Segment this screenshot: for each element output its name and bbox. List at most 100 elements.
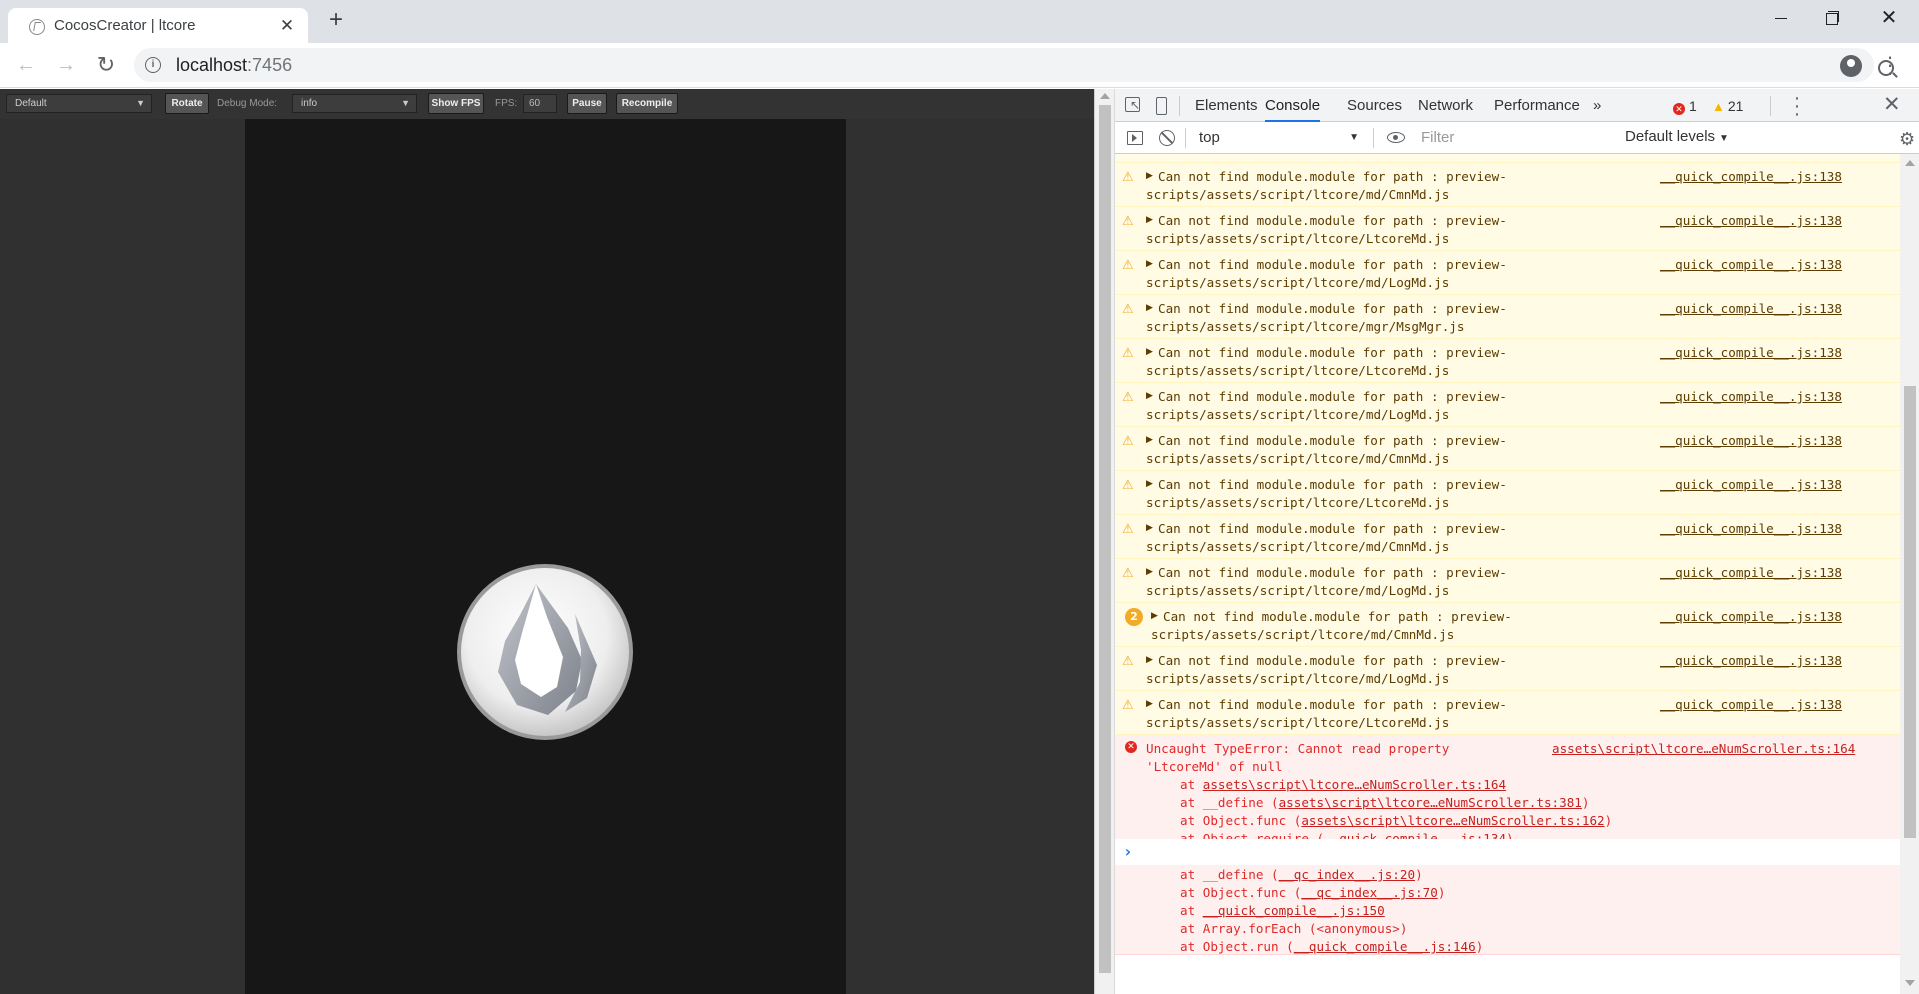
tab-elements[interactable]: Elements bbox=[1195, 89, 1258, 122]
console-warning-message[interactable]: ⚠ ▶ Can not find module.module for path : … bbox=[1115, 295, 1900, 339]
warning-source-link[interactable]: __quick_compile__.js:138 bbox=[1660, 256, 1842, 274]
warning-source-link[interactable]: __quick_compile__.js:138 bbox=[1660, 300, 1842, 318]
console-warning-message[interactable]: ⚠ ▶ Can not find module.module for path : … bbox=[1115, 207, 1900, 251]
console-warning-message[interactable]: ⚠ ▶ Can not find module.module for path : … bbox=[1115, 691, 1900, 735]
log-levels-dropdown[interactable]: Default levels ▼ bbox=[1625, 128, 1729, 145]
console-warning-message[interactable]: ⚠ ▶ Can not find module.module for path : … bbox=[1115, 251, 1900, 295]
scroll-down-arrow-icon[interactable] bbox=[1905, 980, 1915, 986]
window-close-button[interactable]: ✕ bbox=[1866, 0, 1912, 36]
expand-caret-icon[interactable]: ▶ bbox=[1146, 434, 1153, 446]
console-scrollbar[interactable] bbox=[1900, 154, 1919, 994]
expand-caret-icon[interactable]: ▶ bbox=[1146, 302, 1153, 314]
expand-caret-icon[interactable]: ▶ bbox=[1146, 258, 1153, 270]
debug-mode-select[interactable]: info ▼ bbox=[292, 94, 417, 113]
forward-arrow-icon[interactable]: → bbox=[52, 51, 80, 79]
console-settings-gear-icon[interactable]: ⚙ bbox=[1899, 129, 1915, 150]
live-expression-eye-icon[interactable] bbox=[1387, 132, 1405, 143]
game-canvas[interactable] bbox=[245, 119, 846, 994]
warning-line-2: scripts/assets/script/ltcore/LtcoreMd.js bbox=[1146, 715, 1450, 730]
expand-caret-icon[interactable]: ▶ bbox=[1146, 478, 1153, 490]
console-warning-message[interactable]: ⚠ ▶ Can not find module.module for path : … bbox=[1115, 471, 1900, 515]
devtools-close-icon[interactable]: ✕ bbox=[1883, 92, 1901, 117]
stack-frame-link[interactable]: __qc_index__.js:70 bbox=[1301, 885, 1437, 900]
warning-source-link[interactable]: __quick_compile__.js:138 bbox=[1660, 564, 1842, 582]
reload-icon[interactable]: ↻ bbox=[92, 51, 120, 79]
tab-console[interactable]: Console bbox=[1265, 89, 1321, 122]
warning-source-link[interactable]: __quick_compile__.js:138 bbox=[1660, 652, 1842, 670]
console-warning-message[interactable]: 2 ▶ Can not find module.module for path : … bbox=[1115, 603, 1900, 647]
stack-frame-link[interactable]: assets\script\ltcore…eNumScroller.ts:381 bbox=[1279, 795, 1582, 810]
tab-title: CocosCreator | ltcore bbox=[54, 17, 196, 34]
stack-frame-link[interactable]: __quick_compile__.js:150 bbox=[1203, 903, 1385, 918]
warning-source-link[interactable]: __quick_compile__.js:138 bbox=[1660, 432, 1842, 450]
tab-performance[interactable]: Performance bbox=[1494, 89, 1580, 122]
inspect-element-icon[interactable] bbox=[1125, 97, 1140, 112]
warning-line-1: Can not find module.module for path : pr… bbox=[1158, 521, 1507, 536]
warning-source-link[interactable]: __quick_compile__.js:138 bbox=[1660, 168, 1842, 186]
window-restore-button[interactable] bbox=[1808, 0, 1854, 36]
device-toolbar-icon[interactable] bbox=[1151, 97, 1169, 115]
scroll-up-arrow-icon[interactable] bbox=[1100, 93, 1110, 99]
new-tab-button[interactable]: + bbox=[324, 8, 348, 33]
back-arrow-icon[interactable]: ← bbox=[12, 51, 40, 79]
warning-source-link[interactable]: __quick_compile__.js:138 bbox=[1660, 344, 1842, 362]
chrome-menu-icon[interactable]: · · · bbox=[1880, 46, 1900, 84]
warning-source-link[interactable]: __quick_compile__.js:138 bbox=[1660, 476, 1842, 494]
recompile-button[interactable]: Recompile bbox=[616, 93, 678, 114]
console-warning-message[interactable]: ⚠ ▶ Can not find module.module for path : … bbox=[1115, 559, 1900, 603]
expand-caret-icon[interactable]: ▶ bbox=[1146, 654, 1153, 666]
console-warning-message[interactable]: ⚠ ▶ Can not find module.module for path : … bbox=[1115, 647, 1900, 691]
expand-caret-icon[interactable]: ▶ bbox=[1146, 346, 1153, 358]
tab-network[interactable]: Network bbox=[1418, 89, 1473, 122]
browser-tab[interactable]: CocosCreator | ltcore ✕ bbox=[8, 8, 308, 43]
warning-source-link[interactable]: __quick_compile__.js:138 bbox=[1660, 388, 1842, 406]
expand-caret-icon[interactable]: ▶ bbox=[1146, 522, 1153, 534]
clear-console-icon[interactable] bbox=[1159, 130, 1175, 146]
tab-sources[interactable]: Sources bbox=[1347, 89, 1402, 122]
warning-source-link[interactable]: __quick_compile__.js:138 bbox=[1660, 696, 1842, 714]
console-warning-message[interactable]: ⚠ ▶ Can not find module.module for path : … bbox=[1115, 383, 1900, 427]
console-scrollbar-thumb[interactable] bbox=[1904, 386, 1916, 838]
warning-source-link[interactable]: __quick_compile__.js:138 bbox=[1660, 520, 1842, 538]
context-select[interactable]: top ▼ bbox=[1193, 126, 1363, 150]
scroll-up-arrow-icon[interactable] bbox=[1905, 160, 1915, 166]
rotate-button[interactable]: Rotate bbox=[165, 93, 209, 114]
expand-caret-icon[interactable]: ▶ bbox=[1146, 390, 1153, 402]
error-count-badge[interactable]: ✕ 1 bbox=[1673, 98, 1697, 115]
fps-input[interactable]: 60 bbox=[523, 94, 557, 113]
stack-frame-link[interactable]: assets\script\ltcore…eNumScroller.ts:162 bbox=[1301, 813, 1604, 828]
profile-avatar-icon[interactable] bbox=[1840, 55, 1862, 77]
console-prompt[interactable]: › bbox=[1115, 839, 1900, 865]
device-select[interactable]: Default ▼ bbox=[6, 94, 152, 113]
expand-caret-icon[interactable]: ▶ bbox=[1146, 170, 1153, 182]
expand-caret-icon[interactable]: ▶ bbox=[1146, 698, 1153, 710]
stack-frame-link[interactable]: assets\script\ltcore…eNumScroller.ts:164 bbox=[1203, 777, 1506, 792]
console-warning-message[interactable]: ⚠ ▶ Can not find module.module for path : … bbox=[1115, 163, 1900, 207]
console-warning-message[interactable]: ⚠ ▶ Can not find module.module for path : … bbox=[1115, 339, 1900, 383]
url-text[interactable]: localhost:7456 bbox=[176, 55, 292, 76]
address-bar[interactable]: i localhost:7456 ☆ bbox=[134, 48, 1894, 82]
tab-close-icon[interactable]: ✕ bbox=[278, 17, 296, 35]
console-warning-message[interactable]: ⚠ ▶ Can not find module.module for path : … bbox=[1115, 515, 1900, 559]
console-sidebar-icon[interactable] bbox=[1127, 131, 1143, 145]
site-info-icon[interactable]: i bbox=[145, 57, 161, 73]
page-scrollbar[interactable] bbox=[1095, 89, 1115, 994]
expand-caret-icon[interactable]: ▶ bbox=[1146, 214, 1153, 226]
warning-icon: ⚠ bbox=[1122, 698, 1134, 713]
page-scrollbar-thumb[interactable] bbox=[1099, 105, 1111, 973]
error-source-link[interactable]: assets\script\ltcore…eNumScroller.ts:164 bbox=[1552, 740, 1855, 758]
filter-input[interactable]: Filter bbox=[1415, 127, 1595, 149]
expand-caret-icon[interactable]: ▶ bbox=[1151, 610, 1158, 622]
warning-source-link[interactable]: __quick_compile__.js:138 bbox=[1660, 212, 1842, 230]
pause-button[interactable]: Pause bbox=[567, 93, 607, 114]
stack-frame-link[interactable]: __qc_index__.js:20 bbox=[1279, 867, 1415, 882]
stack-frame-link[interactable]: __quick_compile__.js:146 bbox=[1294, 939, 1476, 954]
console-warning-message[interactable]: ⚠ ▶ Can not find module.module for path : … bbox=[1115, 427, 1900, 471]
warning-source-link[interactable]: __quick_compile__.js:138 bbox=[1660, 608, 1842, 626]
expand-caret-icon[interactable]: ▶ bbox=[1146, 566, 1153, 578]
warning-count-badge[interactable]: ▲ 21 bbox=[1712, 98, 1743, 114]
more-tabs-icon[interactable]: » bbox=[1593, 89, 1601, 122]
devtools-menu-icon[interactable]: · · · bbox=[1793, 88, 1801, 124]
window-minimize-button[interactable] bbox=[1758, 0, 1804, 36]
show-fps-button[interactable]: Show FPS bbox=[428, 93, 484, 114]
